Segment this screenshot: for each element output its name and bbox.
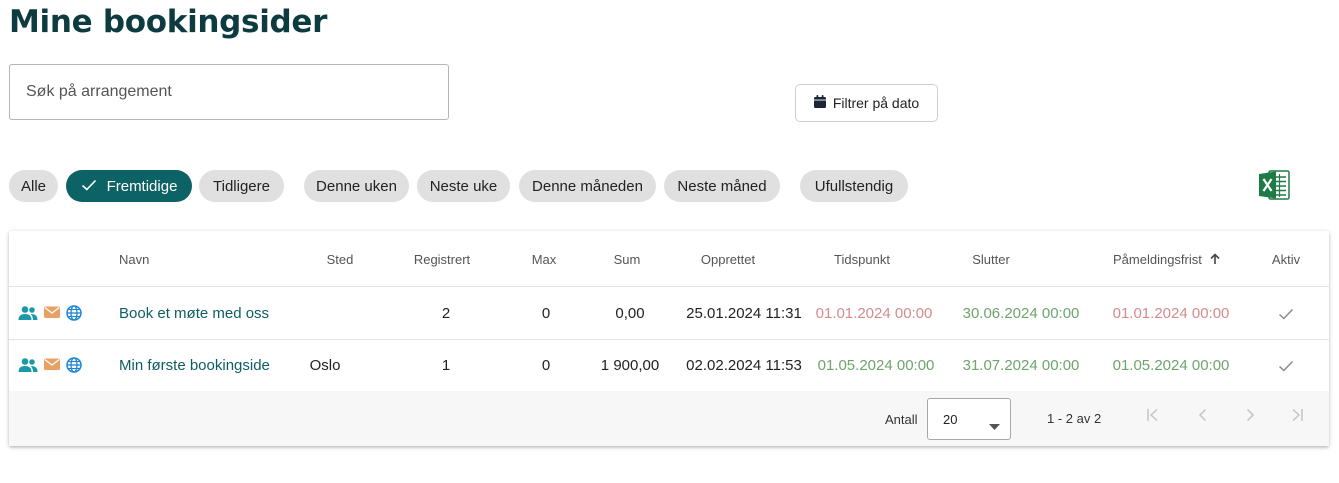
cell-time: 01.05.2024 00:00 — [817, 357, 935, 374]
arrow-up-icon — [1209, 253, 1220, 268]
cell-sum: 1 900,00 — [600, 357, 660, 374]
row-actions — [18, 305, 82, 321]
chip-label: Ufullstendig — [814, 177, 894, 195]
col-header-max[interactable]: Max — [532, 252, 557, 267]
col-header-slutter[interactable]: Slutter — [972, 252, 1010, 267]
cell-registered: 1 — [441, 357, 451, 374]
check-icon — [81, 178, 97, 195]
col-header-tidspunkt[interactable]: Tidspunkt — [834, 252, 890, 267]
cell-ends: 31.07.2024 00:00 — [962, 357, 1080, 374]
cell-time: 01.01.2024 00:00 — [815, 305, 933, 322]
page-range: 1 - 2 av 2 — [1047, 411, 1102, 426]
col-header-navn[interactable]: Navn — [119, 252, 149, 267]
check-icon — [1278, 359, 1294, 377]
cell-max: 0 — [541, 305, 551, 322]
mail-icon[interactable] — [44, 305, 60, 321]
chip-neste-maned[interactable]: Neste måned — [664, 170, 780, 202]
calendar-icon — [813, 95, 826, 111]
chip-denne-uken[interactable]: Denne uken — [304, 170, 409, 202]
table-row[interactable]: Book et møte med oss 2 0 0,00 25.01.2024… — [9, 288, 1329, 340]
globe-icon[interactable] — [66, 305, 82, 321]
chip-label: Neste uke — [429, 177, 498, 195]
cell-deadline: 01.01.2024 00:00 — [1112, 305, 1230, 322]
table-footer: Antall 20 1 - 2 av 2 — [9, 391, 1329, 446]
col-header-pameldingsfrist-label: Påmeldingsfrist — [1113, 252, 1202, 267]
chip-label: Tidligere — [213, 177, 270, 195]
cell-max: 0 — [541, 357, 551, 374]
page-title: Mine bookingsider — [9, 4, 328, 40]
last-page-icon[interactable] — [1290, 408, 1304, 427]
cell-deadline: 01.05.2024 00:00 — [1112, 357, 1230, 374]
table-row[interactable]: Min første bookingside Oslo 1 0 1 900,00… — [9, 340, 1329, 392]
chip-label: Neste måned — [677, 177, 767, 195]
table-header: Navn Sted Registrert Max Sum Opprettet T… — [9, 231, 1329, 287]
chip-fremtidige[interactable]: Fremtidige — [66, 170, 192, 202]
people-icon[interactable] — [18, 305, 38, 321]
cell-ends: 30.06.2024 00:00 — [962, 305, 1080, 322]
check-icon — [1278, 307, 1294, 325]
cell-sum: 0,00 — [615, 305, 645, 322]
chip-label: Alle — [20, 177, 46, 195]
search-input[interactable] — [9, 64, 449, 120]
row-actions — [18, 357, 82, 373]
excel-icon[interactable] — [1258, 170, 1290, 200]
booking-name-link[interactable]: Min første bookingside — [119, 357, 270, 374]
cell-created: 02.02.2024 11:53 — [686, 357, 802, 374]
chip-ufullstendig[interactable]: Ufullstendig — [800, 170, 908, 202]
page-size-label: Antall — [885, 412, 918, 427]
col-header-aktiv[interactable]: Aktiv — [1272, 252, 1300, 267]
chip-label: Denne uken — [316, 177, 397, 195]
page-size-value: 20 — [943, 412, 958, 427]
page-size-select[interactable]: 20 — [927, 398, 1011, 440]
chip-denne-maneden[interactable]: Denne måneden — [519, 170, 656, 202]
chip-label: Fremtidige — [106, 177, 178, 195]
filter-date-label: Filtrer på dato — [832, 95, 920, 111]
cell-registered: 2 — [441, 305, 451, 322]
col-header-sum[interactable]: Sum — [614, 252, 641, 267]
col-header-registrert[interactable]: Registrert — [414, 252, 470, 267]
filter-date-button[interactable]: Filtrer på dato — [795, 84, 938, 122]
chip-tidligere[interactable]: Tidligere — [199, 170, 284, 202]
cell-place: Oslo — [309, 357, 341, 374]
people-icon[interactable] — [18, 357, 38, 373]
cell-created: 25.01.2024 11:31 — [686, 305, 802, 322]
caret-down-icon — [989, 417, 1000, 435]
mail-icon[interactable] — [44, 357, 60, 373]
previous-page-icon[interactable] — [1196, 408, 1210, 427]
bookings-table: Navn Sted Registrert Max Sum Opprettet T… — [9, 231, 1329, 446]
globe-icon[interactable] — [66, 357, 82, 373]
next-page-icon[interactable] — [1243, 408, 1257, 427]
chip-label: Denne måneden — [532, 177, 643, 195]
first-page-icon[interactable] — [1146, 408, 1160, 427]
booking-name-link[interactable]: Book et møte med oss — [119, 305, 269, 322]
col-header-pameldingsfrist[interactable]: Påmeldingsfrist — [1113, 252, 1220, 268]
chip-alle[interactable]: Alle — [9, 170, 58, 202]
chip-neste-uke[interactable]: Neste uke — [417, 170, 510, 202]
col-header-opprettet[interactable]: Opprettet — [701, 252, 755, 267]
col-header-sted[interactable]: Sted — [327, 252, 354, 267]
